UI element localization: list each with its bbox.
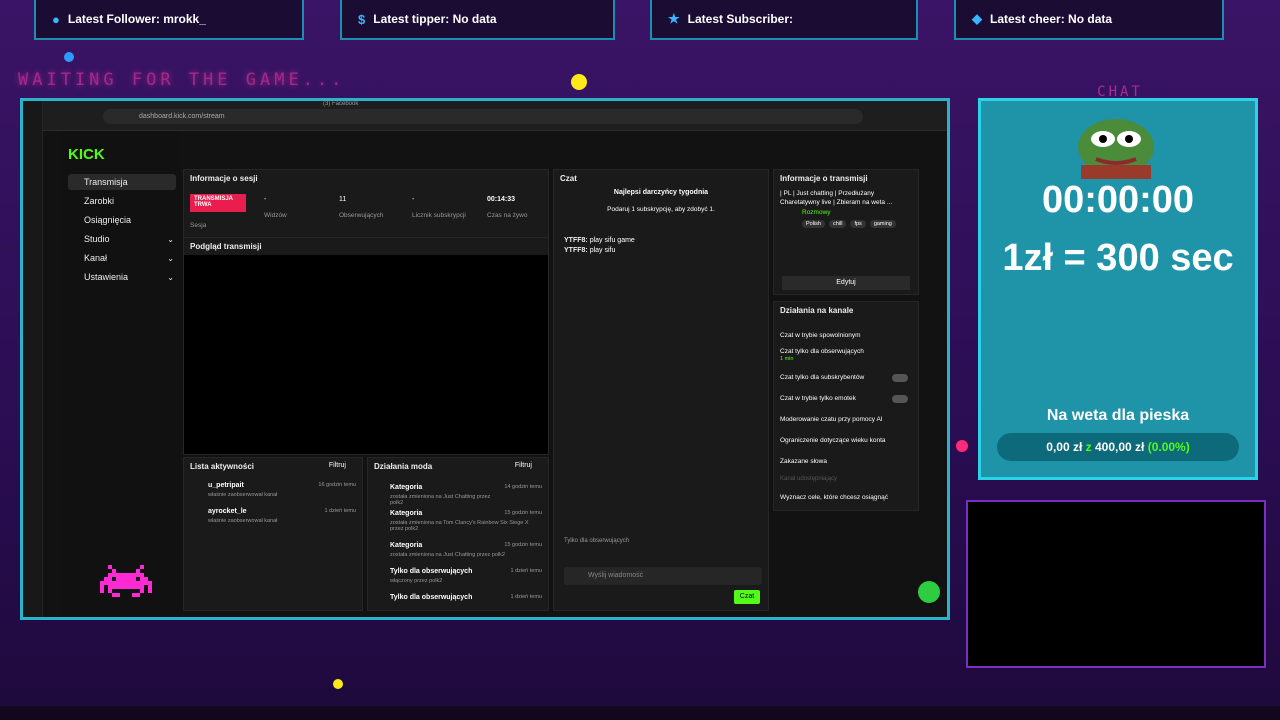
channel-actions-panel: Działania na kanale Czat w trybie spowol… xyxy=(773,301,919,511)
decor-dot xyxy=(64,52,74,62)
activity-filter-button[interactable]: Filtruj xyxy=(329,462,346,469)
browser-capture: (3) Facebook dashboard.kick.com/stream K… xyxy=(20,98,950,620)
pepe-icon xyxy=(1078,119,1154,179)
decor-dot xyxy=(956,440,968,452)
nav-transmisja[interactable]: Transmisja xyxy=(68,174,176,190)
chat-input[interactable]: Wyślij wiadomość xyxy=(564,567,762,585)
latest-tipper-bar: $ Latest tipper: No data xyxy=(340,0,615,40)
tag[interactable]: chill xyxy=(828,220,847,228)
browser-side-rail xyxy=(23,101,43,617)
nav-kanal[interactable]: Kanał ⌄ xyxy=(68,250,176,266)
nav-ustawienia[interactable]: Ustawienia ⌄ xyxy=(68,269,176,285)
nav-studio[interactable]: Studio ⌄ xyxy=(68,231,176,247)
pepe-icon xyxy=(1071,109,1161,179)
decor-dot xyxy=(333,679,343,689)
tag[interactable]: Polish xyxy=(802,220,825,228)
donation-overlay: 00:00:00 1zł = 300 sec Na weta dla piesk… xyxy=(978,98,1258,480)
bottom-strip xyxy=(0,706,1280,720)
timer: 00:00:00 xyxy=(1041,179,1195,221)
goal-text: 0,00 zł z 400,00 zł (0.00%) xyxy=(1046,440,1190,454)
nav-osiagniecia[interactable]: Osiągnięcia xyxy=(68,212,176,228)
stream-preview: Podgląd transmisji xyxy=(183,237,549,455)
decor-dot xyxy=(571,74,587,90)
browser-tab[interactable]: (3) Facebook xyxy=(323,101,358,107)
chat-messages: YTFF8: play sifu game YTFF8: play sifu xyxy=(554,237,768,254)
tag[interactable]: fps xyxy=(850,220,866,228)
latest-cheer-bar: ◆ Latest cheer: No data xyxy=(954,0,1224,40)
browser-toolbar: (3) Facebook dashboard.kick.com/stream xyxy=(23,101,947,131)
stream-tags: Polish chill fps gaming xyxy=(774,216,918,228)
kick-logo[interactable]: KICK xyxy=(68,146,105,163)
dollar-icon: $ xyxy=(358,11,366,27)
stream-info-panel: Informacje o transmisji | PL | Just chat… xyxy=(773,169,919,295)
chat-send-button[interactable]: Czat xyxy=(734,590,760,604)
subscribers-only-toggle[interactable] xyxy=(892,374,908,382)
edit-button[interactable]: Edytuj xyxy=(782,276,910,290)
tag[interactable]: gaming xyxy=(869,220,896,228)
goal-progress-bar: 0,00 zł z 400,00 zł (0.00%) xyxy=(997,433,1239,461)
chat-panel: Czat Najlepsi darczyńcy tygodnia Podaruj… xyxy=(553,169,769,611)
latest-follower-bar: ● Latest Follower: mrokk_ xyxy=(34,0,304,40)
space-invader-icon xyxy=(100,565,152,605)
address-bar[interactable]: dashboard.kick.com/stream xyxy=(103,109,863,124)
waiting-text: WAITING FOR THE GAME... xyxy=(18,70,346,90)
live-badge: TRANSMISJA TRWA xyxy=(190,194,246,212)
side-icons xyxy=(919,647,939,667)
user-icon: ● xyxy=(52,11,60,27)
chevron-down-icon: ⌄ xyxy=(167,253,174,263)
goal-title: Na weta dla pieska xyxy=(1046,407,1190,424)
space-invader-icon xyxy=(100,565,152,597)
emote-only-toggle[interactable] xyxy=(892,395,908,403)
mod-filter-button[interactable]: Filtruj xyxy=(515,462,532,469)
mod-actions-panel: Działania moda Filtruj Kategoria została… xyxy=(367,457,549,611)
chat-message: YTFF8: play sifu game xyxy=(564,237,635,244)
nav-zarobki[interactable]: Zarobki xyxy=(68,193,176,209)
chat-message: YTFF8: play sifu xyxy=(564,247,616,254)
star-icon: ★ xyxy=(668,11,680,26)
session-panel: Informacje o sesji TRANSMISJA TRWA Sesja… xyxy=(183,169,549,239)
chevron-down-icon: ⌄ xyxy=(167,272,174,282)
latest-subscriber-bar: ★ Latest Subscriber: xyxy=(650,0,918,40)
refresh-icon[interactable] xyxy=(918,581,940,603)
rate-text: 1zł = 300 sec xyxy=(1002,237,1234,279)
diamond-icon: ◆ xyxy=(972,11,982,26)
activity-panel: Lista aktywności Filtruj u_petripait wła… xyxy=(183,457,363,611)
chevron-down-icon: ⌄ xyxy=(167,234,174,244)
camera-frame xyxy=(966,500,1266,668)
